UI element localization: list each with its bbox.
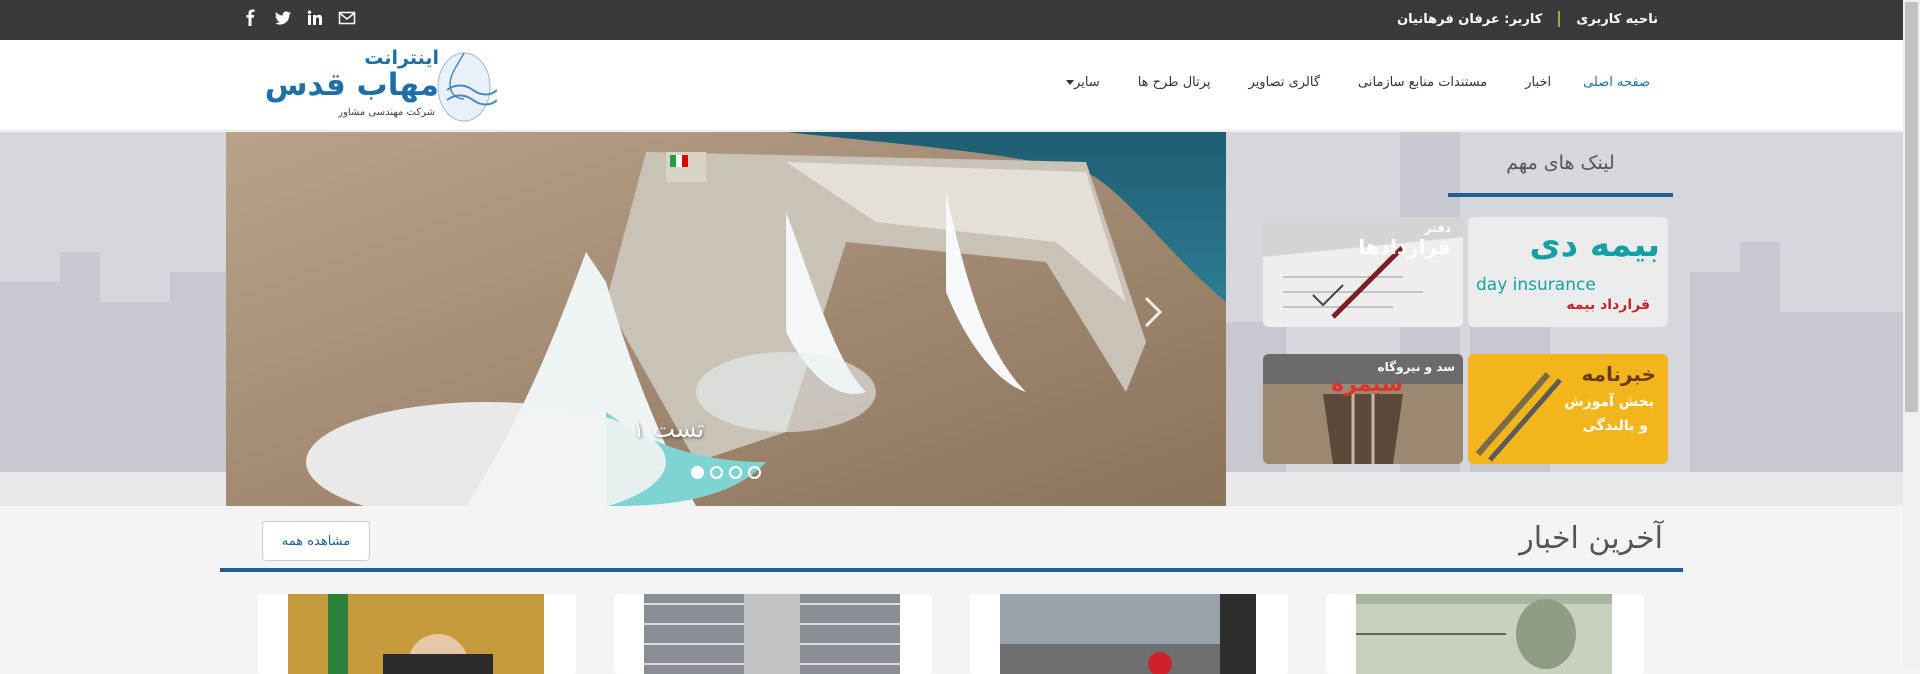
slider-dot[interactable]	[729, 466, 742, 479]
social-links	[242, 9, 356, 27]
scrollbar-thumb[interactable]	[1905, 2, 1918, 412]
tile-caption: بخش آموزش	[1564, 394, 1654, 410]
top-bar: ناحیه کاربری کاربر: عرفان فرهانیان	[0, 0, 1903, 40]
tile-caption-small: دفتر	[1424, 221, 1451, 235]
slide-caption: تست ۱	[632, 415, 705, 443]
latest-news-section: آخرین اخبار مشاهده همه	[0, 506, 1903, 674]
current-user-label: کاربر: عرفان فرهانیان	[1397, 11, 1543, 27]
news-thumbnail	[1000, 594, 1256, 674]
divider	[1558, 11, 1561, 27]
tile-newsletter[interactable]: خبرنامه بخش آموزش و بالندگی	[1468, 354, 1668, 464]
news-thumbnail	[1356, 594, 1612, 674]
news-card[interactable]	[1326, 594, 1644, 674]
logo-subtitle: شرکت مهندسی مشاور	[338, 107, 435, 118]
title-underline	[220, 568, 1683, 572]
page-scrollbar[interactable]	[1903, 0, 1920, 669]
slider-dots	[691, 466, 761, 479]
logo-brand: مهاب قدس	[264, 67, 440, 103]
site-logo[interactable]: اینترانت مهاب قدس شرکت مهندسی مشاور	[242, 45, 498, 127]
news-card[interactable]	[614, 594, 932, 674]
tile-brand: بیمه دی	[1529, 225, 1660, 265]
important-links-panel: لینک های مهم بیمه دی day insurance قرارد…	[1263, 132, 1673, 506]
tile-day-insurance[interactable]: بیمه دی day insurance قرارداد بیمه	[1468, 217, 1668, 327]
tile-title: خبرنامه	[1581, 362, 1656, 386]
tile-caption: سیمره	[1330, 372, 1403, 397]
tile-seymareh-dam[interactable]: سد و نیروگاه سیمره	[1263, 354, 1463, 464]
nav-projects-portal[interactable]: پرتال طرح ها	[1138, 75, 1211, 90]
nav-more-label: سایر	[1074, 75, 1100, 90]
facebook-icon[interactable]	[242, 9, 260, 27]
logo-title: اینترانت	[364, 47, 439, 69]
site-header: اینترانت مهاب قدس شرکت مهندسی مشاور صفحه…	[0, 40, 1903, 131]
hero-section: تست ۱ لینک های مهم بیمه دی day insurance…	[0, 132, 1903, 506]
tile-caption: قراردادها	[1358, 235, 1451, 259]
news-thumbnail	[644, 594, 900, 674]
main-nav: صفحه اصلی اخبار مستندات منابع سازمانی گا…	[1025, 75, 1650, 90]
nav-news[interactable]: اخبار	[1525, 75, 1551, 90]
user-area-link[interactable]: ناحیه کاربری	[1576, 12, 1658, 27]
email-icon[interactable]	[338, 9, 356, 27]
tile-subtitle-latin: day insurance	[1476, 275, 1596, 295]
nav-home[interactable]: صفحه اصلی	[1583, 75, 1650, 90]
slider-dot[interactable]	[748, 466, 761, 479]
nav-documents[interactable]: مستندات منابع سازمانی	[1358, 75, 1487, 90]
nav-more[interactable]: سایر	[1063, 75, 1100, 90]
slider-dot[interactable]	[691, 466, 704, 479]
caret-down-icon	[1066, 80, 1075, 85]
important-links-title: لینک های مهم	[1506, 152, 1615, 174]
tile-caption-2: و بالندگی	[1582, 418, 1648, 434]
slider-next-button[interactable]	[1138, 292, 1168, 332]
dam-photo	[226, 132, 1226, 506]
title-underline	[1448, 193, 1673, 197]
twitter-icon[interactable]	[274, 9, 292, 27]
tile-contracts-office[interactable]: دفتر قراردادها	[1263, 217, 1463, 327]
user-area: ناحیه کاربری کاربر: عرفان فرهانیان	[1397, 11, 1658, 27]
news-card[interactable]	[970, 594, 1288, 674]
image-slider[interactable]: تست ۱	[226, 132, 1226, 506]
slider-dot[interactable]	[710, 466, 723, 479]
see-all-button[interactable]: مشاهده همه	[262, 521, 370, 561]
news-section-title: آخرین اخبار	[1519, 521, 1663, 556]
news-card[interactable]	[258, 594, 576, 674]
nav-gallery[interactable]: گالری تصاویر	[1249, 75, 1321, 90]
linkedin-icon[interactable]	[306, 9, 324, 27]
news-thumbnail	[288, 594, 544, 674]
tile-caption: قرارداد بیمه	[1566, 297, 1650, 313]
